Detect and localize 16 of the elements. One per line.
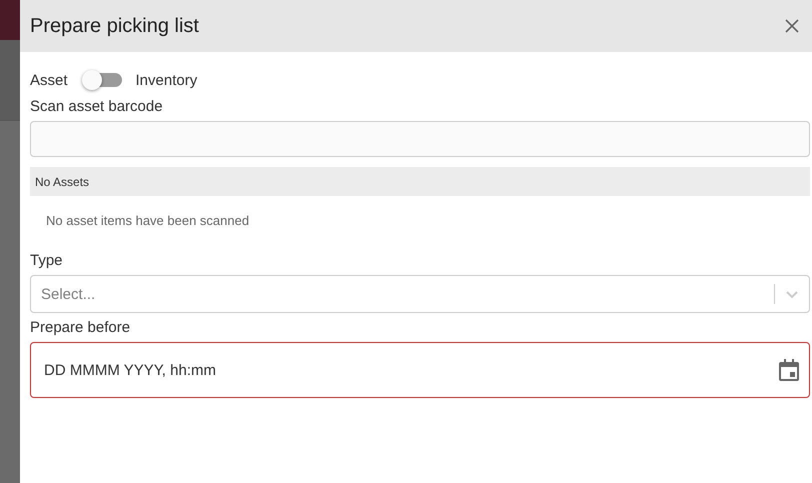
field-label: Prepare before [30, 319, 132, 336]
dialog-title: Prepare picking list [30, 14, 199, 38]
field-label: Scan asset barcode [30, 98, 164, 115]
date-field[interactable]: DD MMMM YYYY, hh:mm [30, 342, 810, 398]
barcode-input-field[interactable] [30, 121, 810, 157]
app-header-bar [0, 0, 20, 40]
calendar-icon [779, 359, 799, 381]
switch-label: Asset [30, 72, 68, 88]
close-button[interactable] [784, 18, 800, 34]
field-label: Type [30, 252, 64, 269]
chevron-down-icon [785, 289, 799, 299]
switch-label: Inventory [136, 72, 198, 88]
empty-message: No asset items have been scanned [45, 212, 250, 230]
section-header: No Assets [30, 167, 810, 196]
type-select[interactable]: Select... [30, 275, 810, 313]
close-icon [784, 18, 800, 34]
